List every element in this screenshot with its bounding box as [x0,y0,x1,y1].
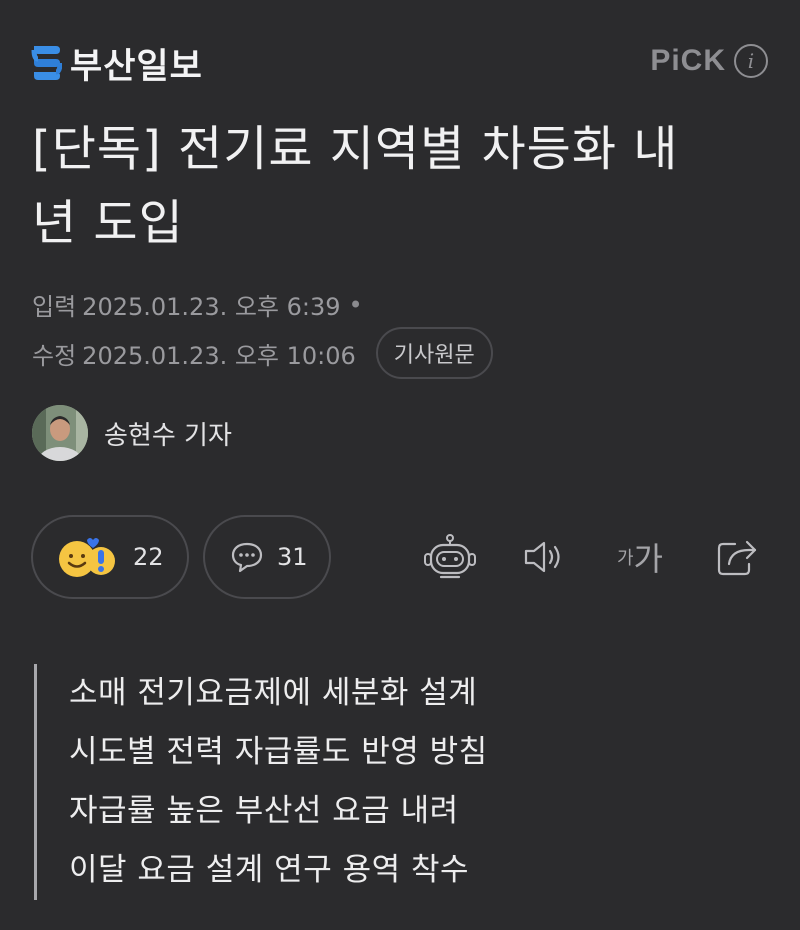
summary-line: 시도별 전력 자급률도 반영 방침 [69,734,488,770]
pick-label: PiCK [650,44,726,77]
title-line-1: [단독] 전기료 지역별 차등화 내 [32,121,679,177]
comment-count: 31 [277,543,308,571]
reaction-button[interactable]: 22 [31,515,189,599]
summary-line: 자급률 높은 부산선 요금 내려 [69,793,459,829]
font-big-glyph: 가 [633,540,663,578]
summary-line: 소매 전기요금제에 세분화 설계 [69,675,478,711]
ai-summary-button[interactable] [422,532,478,582]
modified-date: 수정 2025.01.23. 오후 10:06 기사원문 [32,327,493,379]
reporter-avatar[interactable] [32,405,88,461]
reporter-name[interactable]: 송현수 기자 [104,415,232,452]
article-summary: 소매 전기요금제에 세분화 설계 시도별 전력 자급률도 반영 방침 자급률 높… [34,664,734,900]
brand-logo-link[interactable]: 부산일보 [30,38,203,89]
reporter-photo-icon [32,405,88,461]
summary-line: 이달 요금 설계 연구 용역 착수 [69,852,470,888]
article-page: 부산일보 PiCK i [단독] 전기료 지역별 차등화 내 년 도입 입력 2… [0,0,800,930]
smile-heart-emoji-icon [59,538,115,577]
speaker-icon [524,541,560,573]
original-article-button[interactable]: 기사원문 [375,327,493,379]
comment-bubble-icon [231,542,263,573]
reporter-byline[interactable]: 송현수 기자 [32,405,232,461]
robot-icon [424,534,476,579]
share-icon [717,540,757,576]
pick-badge[interactable]: PiCK i [650,44,768,78]
info-icon[interactable]: i [734,44,768,78]
article-title: [단독] 전기료 지역별 차등화 내 년 도입 [32,112,772,260]
comment-button[interactable]: 31 [203,515,331,599]
reaction-emojis [55,534,121,580]
font-small-glyph: 가 [616,548,634,569]
published-date: 입력 2025.01.23. 오후 6:39 • [32,287,363,322]
modified-value: 2025.01.23. 오후 10:06 [82,341,356,370]
font-size-button[interactable]: 가 가 [612,532,668,582]
modified-label: 수정 [32,341,77,370]
brand-name: 부산일보 [70,47,203,87]
published-label: 입력 [32,293,77,321]
title-line-2: 년 도입 [32,195,184,251]
published-value: 2025.01.23. 오후 6:39 [82,293,341,321]
read-aloud-button[interactable] [520,532,570,582]
share-button[interactable] [712,532,762,582]
meta-separator: • [348,290,363,319]
reaction-count: 22 [133,543,164,571]
busan-ilbo-logo-icon [31,45,62,80]
